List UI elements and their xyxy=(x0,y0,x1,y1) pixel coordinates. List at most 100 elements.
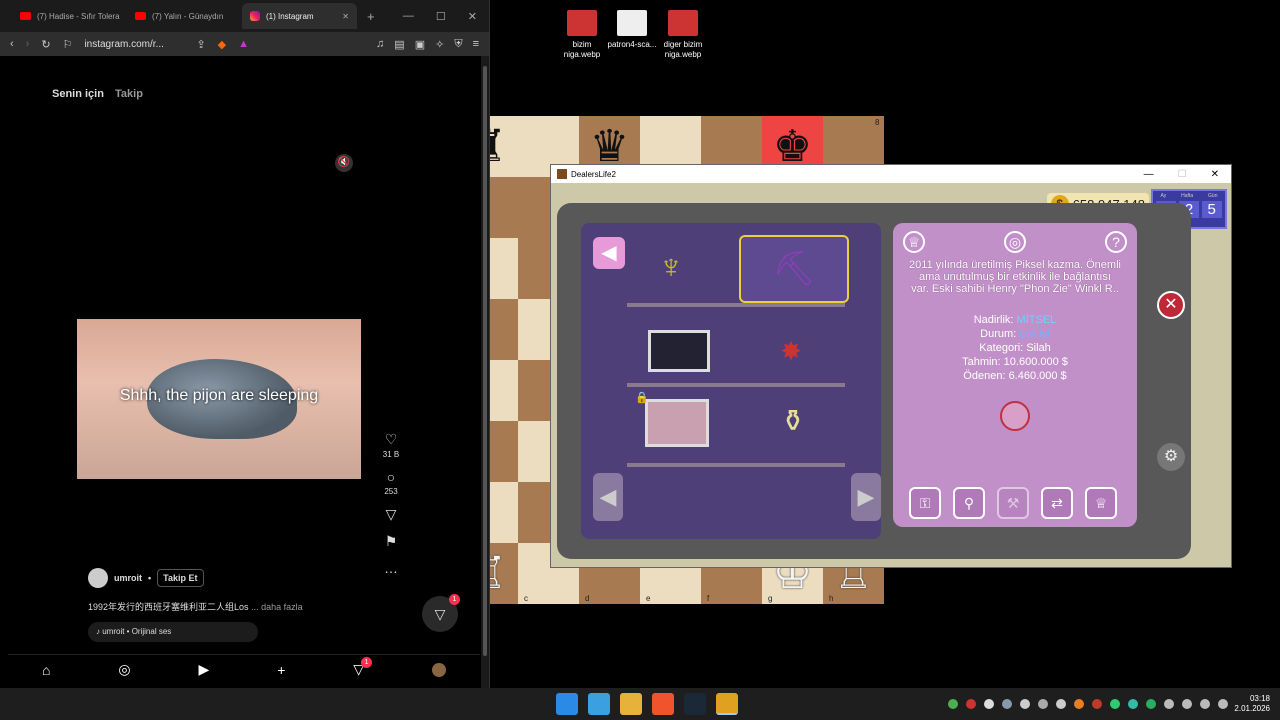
brave-icon[interactable] xyxy=(652,693,674,715)
network-icon[interactable] xyxy=(1182,699,1192,709)
brave-shield-icon[interactable]: ◆ xyxy=(218,38,226,51)
avatar[interactable] xyxy=(88,568,108,588)
close-tab-icon[interactable]: ✕ xyxy=(342,12,349,21)
tab-label: (7) Hadise - Sıfır Tolera xyxy=(37,11,120,21)
repair-button[interactable]: ⚒ xyxy=(997,487,1029,519)
explore-icon[interactable]: ◎ xyxy=(118,661,130,678)
create-icon[interactable]: + xyxy=(277,662,285,678)
direct-icon[interactable]: ▽ 1 xyxy=(353,657,373,678)
clock[interactable]: 03:18 2.01.2026 xyxy=(1234,694,1270,714)
minimize-icon[interactable]: — xyxy=(1144,169,1154,180)
close-window-icon[interactable]: ✕ xyxy=(1211,169,1219,180)
tray-app-icon[interactable] xyxy=(1056,699,1066,709)
tray-app-icon[interactable] xyxy=(1074,699,1084,709)
back-icon[interactable]: ‹ xyxy=(10,38,14,50)
tray-app-icon[interactable] xyxy=(1020,699,1030,709)
previous-page-arrow[interactable]: ◀ xyxy=(593,473,623,521)
maximize-icon[interactable]: ☐ xyxy=(1178,169,1187,180)
more-button[interactable]: … xyxy=(378,560,404,576)
white-rook-piece[interactable]: ♖ xyxy=(488,543,518,604)
item-pixel-pickaxe[interactable]: ⛏ xyxy=(739,235,849,303)
widgets-icon[interactable] xyxy=(588,693,610,715)
usb-icon[interactable] xyxy=(1164,699,1174,709)
desktop-icon-diger-bizim-niga[interactable]: diger bizim niga.webp xyxy=(648,10,718,60)
forward-icon[interactable]: › xyxy=(26,38,30,50)
steam-tray-icon[interactable] xyxy=(1002,699,1012,709)
mute-icon[interactable]: 🔇 xyxy=(335,154,353,172)
music-icon[interactable]: ♫ xyxy=(376,38,384,51)
display-button[interactable]: ♕ xyxy=(1085,487,1117,519)
instagram-icon xyxy=(250,11,260,21)
save-button[interactable]: ⚑ xyxy=(378,533,404,550)
clock-time: 03:18 xyxy=(1249,694,1270,703)
sell-button[interactable]: ⇄ xyxy=(1041,487,1073,519)
paid-value: 6.460.000 $ xyxy=(1008,370,1067,382)
battery-icon[interactable] xyxy=(1218,699,1228,709)
volume-icon[interactable] xyxy=(1200,699,1210,709)
comment-button[interactable]: ○ 253 xyxy=(378,469,404,496)
address-bar[interactable]: instagram.com/r... xyxy=(84,39,184,50)
sidebar-icon[interactable]: ▤ xyxy=(394,38,404,51)
settings-icon[interactable]: ⚙ xyxy=(1157,443,1185,471)
leo-icon[interactable]: ✧ xyxy=(435,38,444,51)
scrollbar[interactable] xyxy=(481,56,489,688)
reload-icon[interactable]: ↻ xyxy=(41,38,50,51)
close-window-icon[interactable]: ✕ xyxy=(468,10,477,23)
start-icon[interactable] xyxy=(556,693,578,715)
tray-app-icon[interactable] xyxy=(1128,699,1138,709)
reels-icon[interactable]: ▶ xyxy=(198,661,209,678)
rewards-icon[interactable]: ▲ xyxy=(238,38,249,50)
messages-button[interactable]: ▽ 1 xyxy=(422,594,460,632)
item-motorcycle-photo[interactable] xyxy=(647,323,711,379)
item-lamp[interactable]: ⚱ xyxy=(761,393,825,449)
vpn-icon[interactable]: ⛨ xyxy=(454,38,462,51)
steam-icon[interactable] xyxy=(684,693,706,715)
tab-hadise[interactable]: (7) Hadise - Sıfır Tolera xyxy=(12,3,127,29)
audio-label: umroit • Orijinal ses xyxy=(102,627,172,636)
nvidia-icon[interactable] xyxy=(948,699,958,709)
youtube-icon xyxy=(135,12,146,20)
bookmark-icon[interactable]: ⚐ xyxy=(63,38,73,51)
item-portrait-box[interactable] xyxy=(645,395,709,451)
item-description: 2011 yılında üretilmiş Piksel kazma. Öne… xyxy=(909,259,1121,295)
tray-app-icon[interactable] xyxy=(1146,699,1156,709)
tab-following[interactable]: Takip xyxy=(115,88,143,100)
minimize-icon[interactable]: — xyxy=(403,10,414,23)
item-crystal[interactable]: ✸ xyxy=(759,323,823,379)
maximize-icon[interactable]: ☐ xyxy=(436,10,446,23)
home-icon[interactable]: ⌂ xyxy=(42,662,50,678)
lock-button[interactable]: ⚿ xyxy=(909,487,941,519)
inspect-button[interactable]: ⚲ xyxy=(953,487,985,519)
wallet-icon[interactable]: ▣ xyxy=(415,38,425,51)
tab-for-you[interactable]: Senin için xyxy=(52,88,104,100)
dealers-life-icon[interactable] xyxy=(716,693,738,715)
tray-app-icon[interactable] xyxy=(1092,699,1102,709)
help-icon[interactable]: ? xyxy=(1105,231,1127,253)
share-icon[interactable]: ⇪ xyxy=(196,38,205,51)
tray-app-icon[interactable] xyxy=(1038,699,1048,709)
trophy-icon[interactable]: ♕ xyxy=(903,231,925,253)
close-panel-icon[interactable]: ✕ xyxy=(1157,291,1185,319)
profile-avatar[interactable] xyxy=(432,662,446,677)
follow-button[interactable]: Takip Et xyxy=(157,569,204,587)
author-name[interactable]: umroit xyxy=(114,573,142,583)
tray-app-icon[interactable] xyxy=(984,699,994,709)
audio-chip[interactable]: ♪ umroit • Orijinal ses xyxy=(88,622,258,642)
back-button[interactable]: ◀ xyxy=(593,237,625,269)
more-link[interactable]: ... daha fazla xyxy=(251,602,303,612)
like-button[interactable]: ♡ 31 B xyxy=(378,431,404,459)
file-explorer-icon[interactable] xyxy=(620,693,642,715)
new-tab-button[interactable]: + xyxy=(367,9,375,24)
tray-app-icon[interactable] xyxy=(1110,699,1120,709)
tab-yalin[interactable]: (7) Yalın - Günaydın xyxy=(127,3,242,29)
share-button[interactable]: ▽ xyxy=(378,506,404,523)
item-candelabra[interactable]: ♆ xyxy=(639,239,703,295)
reel-caption: Shhh, the pijon are sleeping xyxy=(119,387,319,404)
tray-app-icon[interactable] xyxy=(966,699,976,709)
black-rook-piece[interactable]: ♜ xyxy=(488,116,518,177)
feed-tabs: Senin için Takip xyxy=(52,88,143,100)
next-page-arrow[interactable]: ▶ xyxy=(851,473,881,521)
tab-instagram[interactable]: (1) Instagram ✕ xyxy=(242,3,357,29)
menu-icon[interactable]: ≡ xyxy=(473,38,479,51)
target-icon[interactable]: ◎ xyxy=(1004,231,1026,253)
